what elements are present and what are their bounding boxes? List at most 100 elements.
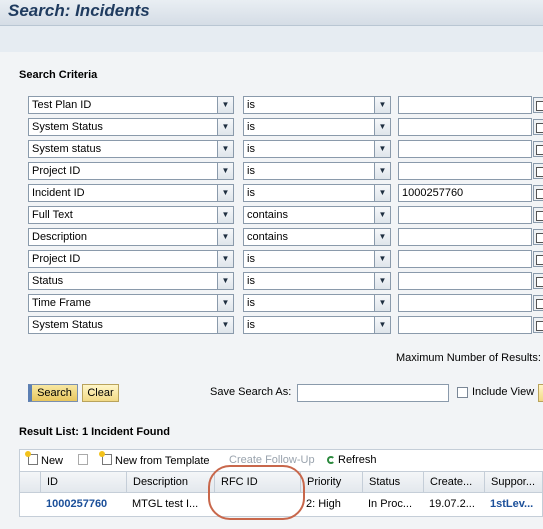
results-table-header: ID Description RFC ID Priority Status Cr…: [19, 471, 543, 493]
criteria-operator-select[interactable]: is ▼: [243, 162, 391, 180]
column-header-description[interactable]: Description: [126, 472, 214, 492]
value-help-icon[interactable]: [533, 141, 543, 157]
header-toolbar-area: [0, 26, 543, 52]
chevron-down-icon[interactable]: ▼: [217, 295, 233, 311]
criteria-value-input[interactable]: [398, 206, 532, 224]
criteria-field-select-full-text[interactable]: Full Text ▼: [28, 206, 234, 224]
copy-button[interactable]: [78, 454, 91, 467]
chevron-down-icon[interactable]: ▼: [374, 273, 390, 289]
value-help-icon[interactable]: [533, 119, 543, 135]
chevron-down-icon[interactable]: ▼: [217, 141, 233, 157]
clear-button[interactable]: Clear: [82, 384, 119, 402]
criteria-operator-select[interactable]: is ▼: [243, 272, 391, 290]
column-header-created[interactable]: Create...: [423, 472, 484, 492]
value-help-icon[interactable]: [533, 317, 543, 333]
new-from-template-button[interactable]: New from Template: [99, 451, 210, 467]
criteria-field-select-system-status[interactable]: System Status ▼: [28, 316, 234, 334]
value-help-icon[interactable]: [533, 251, 543, 267]
criteria-field-label: Description: [32, 231, 88, 243]
value-help-icon[interactable]: [533, 207, 543, 223]
criteria-value-input[interactable]: [398, 272, 532, 290]
value-help-icon[interactable]: [533, 229, 543, 245]
chevron-down-icon[interactable]: ▼: [374, 119, 390, 135]
include-view-checkbox[interactable]: [457, 387, 468, 398]
row-selector[interactable]: [20, 493, 40, 515]
chevron-down-icon[interactable]: ▼: [374, 185, 390, 201]
criteria-operator-select[interactable]: is ▼: [243, 250, 391, 268]
criteria-operator-label: is: [247, 319, 255, 331]
criteria-value-input[interactable]: [398, 316, 532, 334]
criteria-field-label: Full Text: [32, 209, 73, 221]
chevron-down-icon[interactable]: ▼: [374, 163, 390, 179]
criteria-field-select-project-id[interactable]: Project ID ▼: [28, 162, 234, 180]
criteria-field-select-system-status[interactable]: System Status ▼: [28, 118, 234, 136]
chevron-down-icon[interactable]: ▼: [374, 141, 390, 157]
criteria-operator-select[interactable]: is ▼: [243, 96, 391, 114]
max-results-label: Maximum Number of Results:: [396, 352, 541, 364]
criteria-operator-select[interactable]: contains ▼: [243, 228, 391, 246]
chevron-down-icon[interactable]: ▼: [217, 317, 233, 333]
chevron-down-icon[interactable]: ▼: [374, 317, 390, 333]
criteria-field-select-project-id[interactable]: Project ID ▼: [28, 250, 234, 268]
criteria-operator-select[interactable]: is ▼: [243, 140, 391, 158]
criteria-field-select-system-status[interactable]: System status ▼: [28, 140, 234, 158]
criteria-value-input[interactable]: [398, 162, 532, 180]
criteria-value-input[interactable]: 1000257760: [398, 184, 532, 202]
incident-support-link[interactable]: 1stLev...: [484, 493, 543, 515]
column-header-support[interactable]: Suppor...: [484, 472, 543, 492]
incident-created: 19.07.2...: [429, 498, 475, 510]
criteria-value-input[interactable]: [398, 250, 532, 268]
chevron-down-icon[interactable]: ▼: [217, 119, 233, 135]
chevron-down-icon[interactable]: ▼: [374, 251, 390, 267]
chevron-down-icon[interactable]: ▼: [217, 251, 233, 267]
create-follow-up-button[interactable]: Create Follow-Up: [229, 454, 315, 466]
criteria-value-input[interactable]: [398, 140, 532, 158]
criteria-operator-select[interactable]: is ▼: [243, 294, 391, 312]
chevron-down-icon[interactable]: ▼: [217, 97, 233, 113]
refresh-button[interactable]: Refresh: [327, 454, 377, 466]
save-search-input[interactable]: [297, 384, 449, 402]
criteria-value-input[interactable]: [398, 294, 532, 312]
chevron-down-icon[interactable]: ▼: [217, 207, 233, 223]
chevron-down-icon[interactable]: ▼: [217, 273, 233, 289]
value-help-icon[interactable]: [533, 295, 543, 311]
new-from-template-label: New from Template: [115, 455, 210, 467]
chevron-down-icon[interactable]: ▼: [374, 229, 390, 245]
search-button[interactable]: Search: [28, 384, 78, 402]
criteria-operator-select[interactable]: is ▼: [243, 184, 391, 202]
criteria-operator-select[interactable]: is ▼: [243, 118, 391, 136]
criteria-field-select-time-frame[interactable]: Time Frame ▼: [28, 294, 234, 312]
chevron-down-icon[interactable]: ▼: [374, 97, 390, 113]
criteria-value-input[interactable]: [398, 118, 532, 136]
criteria-value-input[interactable]: [398, 228, 532, 246]
column-header-priority[interactable]: Priority: [300, 472, 362, 492]
incident-id-link[interactable]: 1000257760: [40, 493, 126, 515]
result-list-heading: Result List: 1 Incident Found: [19, 426, 170, 438]
chevron-down-icon[interactable]: ▼: [374, 295, 390, 311]
chevron-down-icon[interactable]: ▼: [217, 185, 233, 201]
criteria-field-select-status[interactable]: Status ▼: [28, 272, 234, 290]
refresh-label: Refresh: [338, 454, 377, 466]
criteria-operator-select[interactable]: contains ▼: [243, 206, 391, 224]
column-header-id[interactable]: ID: [40, 472, 126, 492]
more-button[interactable]: [538, 384, 543, 402]
value-help-icon[interactable]: [533, 273, 543, 289]
table-row[interactable]: 1000257760 MTGL test I... 2: High In Pro…: [19, 493, 543, 517]
criteria-operator-select[interactable]: is ▼: [243, 316, 391, 334]
value-help-icon[interactable]: [533, 97, 543, 113]
criteria-value-input[interactable]: [398, 96, 532, 114]
criteria-field-select-description[interactable]: Description ▼: [28, 228, 234, 246]
select-all-column[interactable]: [20, 472, 40, 492]
criteria-field-select-test-plan-id[interactable]: Test Plan ID ▼: [28, 96, 234, 114]
value-help-icon[interactable]: [533, 185, 543, 201]
chevron-down-icon[interactable]: ▼: [374, 207, 390, 223]
value-help-icon[interactable]: [533, 163, 543, 179]
column-header-rfc-id[interactable]: RFC ID: [214, 472, 300, 492]
chevron-down-icon[interactable]: ▼: [217, 229, 233, 245]
column-header-status[interactable]: Status: [362, 472, 423, 492]
incident-priority: 2: High: [306, 498, 341, 510]
criteria-operator-label: is: [247, 253, 255, 265]
criteria-field-select-incident-id[interactable]: Incident ID ▼: [28, 184, 234, 202]
chevron-down-icon[interactable]: ▼: [217, 163, 233, 179]
new-button[interactable]: New: [25, 451, 63, 467]
